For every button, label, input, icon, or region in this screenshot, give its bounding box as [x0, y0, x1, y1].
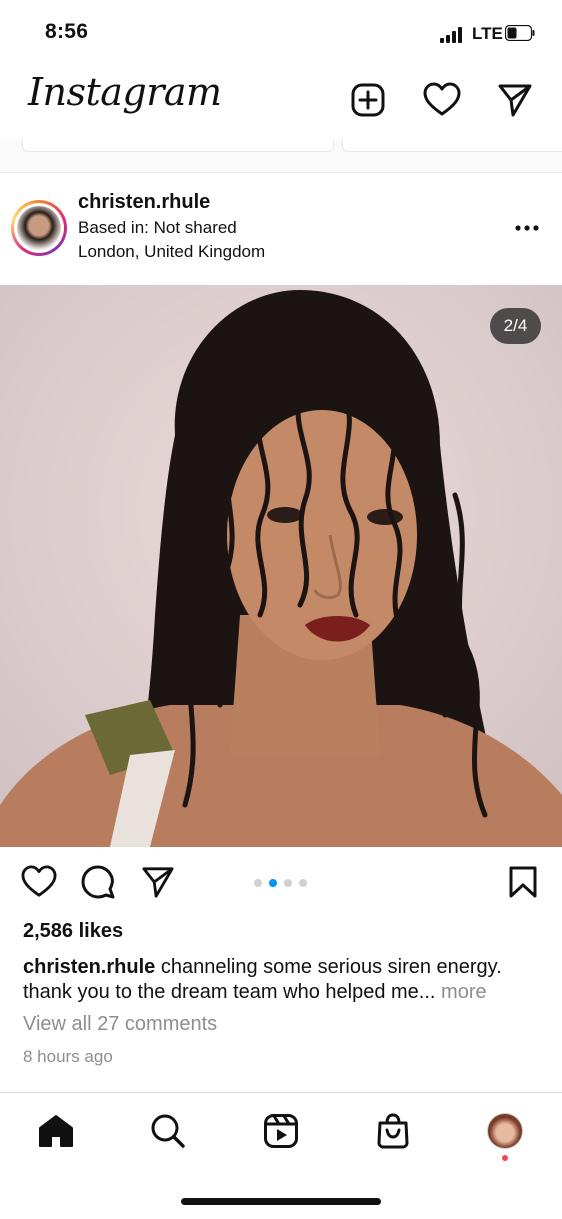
activity-button[interactable] — [422, 80, 462, 120]
carousel-counter: 2/4 — [490, 308, 541, 344]
cellular-signal-icon — [440, 27, 462, 43]
comment-button[interactable] — [80, 864, 116, 900]
more-options-icon — [515, 225, 539, 231]
story-card[interactable] — [342, 140, 562, 152]
post-photo[interactable] — [0, 285, 562, 847]
status-time: 8:56 — [45, 20, 89, 43]
carousel-indicator — [254, 879, 307, 887]
profile-avatar — [487, 1113, 523, 1149]
post-username[interactable]: christen.rhule — [78, 191, 210, 214]
avatar-image — [17, 206, 61, 250]
network-label: LTE — [472, 24, 503, 43]
heart-icon — [21, 865, 57, 897]
caption-more-link[interactable]: more — [441, 981, 487, 1003]
story-card[interactable] — [22, 140, 334, 152]
based-in-label[interactable]: Based in: Not shared — [78, 218, 237, 238]
likes-count[interactable]: 2,586 likes — [23, 920, 123, 943]
notification-dot — [502, 1155, 508, 1161]
carousel-dot — [269, 879, 277, 887]
carousel-dot — [254, 879, 262, 887]
comment-icon — [81, 865, 115, 899]
shop-icon — [377, 1113, 409, 1149]
nav-shop-button[interactable] — [373, 1111, 413, 1151]
like-button[interactable] — [21, 864, 57, 900]
carousel-dot — [284, 879, 292, 887]
home-indicator — [181, 1198, 381, 1205]
post-caption: christen.rhule channeling some serious s… — [23, 955, 543, 1005]
battery-icon — [505, 25, 535, 41]
direct-message-icon — [498, 84, 532, 117]
direct-message-icon — [142, 867, 174, 898]
heart-icon — [423, 82, 461, 116]
nav-reels-button[interactable] — [261, 1111, 301, 1151]
save-button[interactable] — [505, 864, 541, 900]
post-location[interactable]: London, United Kingdom — [78, 242, 265, 262]
search-icon — [151, 1114, 185, 1148]
nav-profile-button[interactable] — [485, 1111, 525, 1151]
instagram-logo[interactable]: Instagram — [28, 70, 222, 114]
stories-strip[interactable] — [0, 140, 562, 173]
direct-messages-button[interactable] — [495, 80, 535, 120]
post-timestamp: 8 hours ago — [23, 1047, 113, 1066]
post-options-button[interactable] — [512, 218, 542, 238]
new-post-button[interactable] — [348, 80, 388, 120]
reels-icon — [264, 1114, 298, 1148]
bookmark-icon — [509, 866, 537, 898]
view-comments-link[interactable]: View all 27 comments — [23, 1013, 217, 1036]
caption-username[interactable]: christen.rhule — [23, 956, 155, 978]
share-button[interactable] — [140, 864, 176, 900]
nav-search-button[interactable] — [148, 1111, 188, 1151]
add-post-icon — [351, 83, 385, 117]
home-icon — [39, 1115, 73, 1147]
portrait-illustration — [0, 290, 562, 847]
carousel-dot — [299, 879, 307, 887]
nav-home-button[interactable] — [36, 1111, 76, 1151]
post-author-avatar[interactable] — [11, 200, 67, 256]
